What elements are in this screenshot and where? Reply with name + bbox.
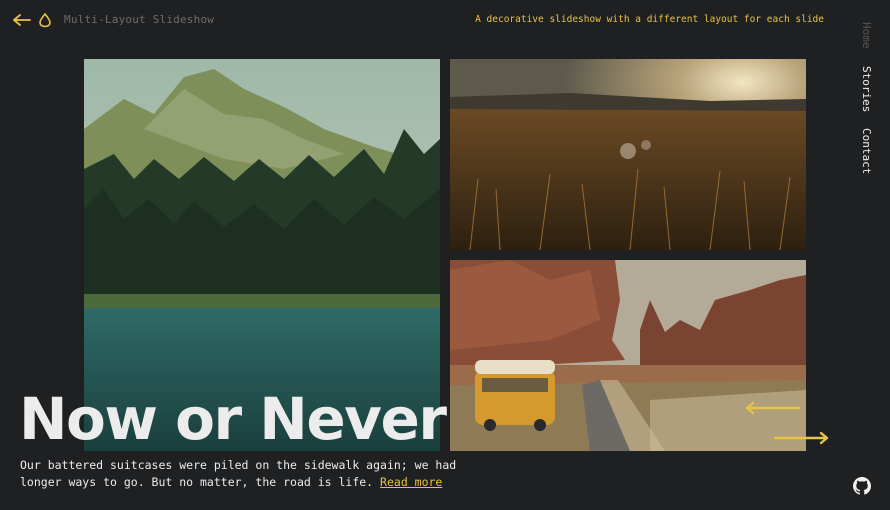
back-arrow-icon[interactable] (12, 12, 32, 28)
github-icon[interactable] (853, 477, 871, 495)
nav-stories[interactable]: Stories (860, 66, 873, 112)
site-title[interactable]: Multi-Layout Slideshow (64, 13, 214, 26)
tagline: A decorative slideshow with a different … (475, 14, 824, 25)
arrow-next-icon[interactable] (773, 431, 829, 445)
top-bar: Multi-Layout Slideshow A decorative slid… (0, 0, 890, 40)
slide-image-desert-road-van (450, 260, 806, 451)
drop-logo-icon[interactable] (38, 12, 52, 28)
slide-image-sunset-field (450, 59, 806, 250)
slide-headline: Now or Never (19, 385, 447, 453)
arrow-prev-icon[interactable] (745, 401, 801, 415)
nav-contact[interactable]: Contact (860, 128, 873, 174)
nav-home[interactable]: Home (860, 22, 873, 49)
side-nav: Home Stories Contact (844, 0, 890, 510)
slide-description: Our battered suitcases were piled on the… (20, 457, 470, 491)
van (475, 360, 555, 431)
read-more-link[interactable]: Read more (380, 475, 442, 489)
